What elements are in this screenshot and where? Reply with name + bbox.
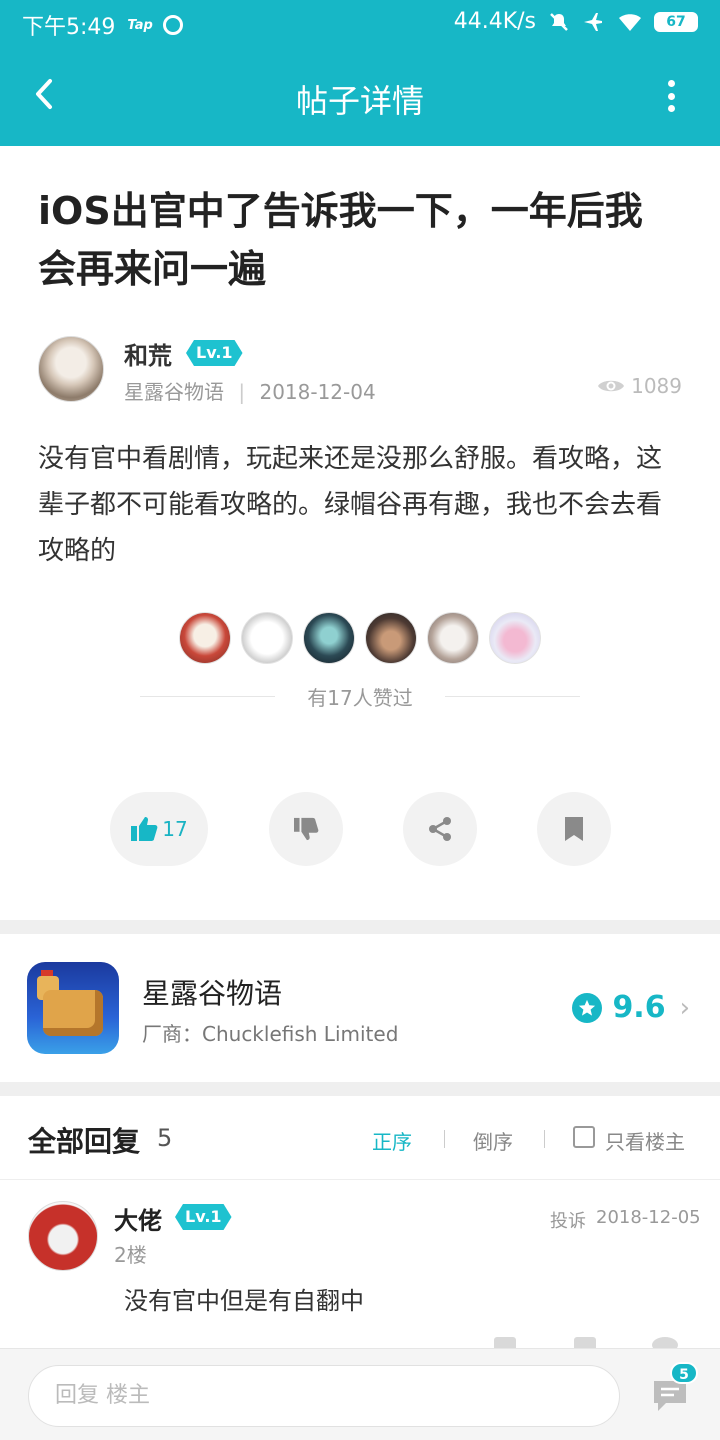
- like-button[interactable]: 17: [110, 792, 208, 866]
- share-icon: [429, 817, 451, 841]
- post-date: 2018-12-04: [259, 380, 376, 404]
- eye-icon: [598, 380, 625, 392]
- thumbs-down-icon: [294, 817, 319, 841]
- status-time: 下午5:49: [22, 15, 116, 40]
- liker-avatar[interactable]: [303, 612, 355, 664]
- liker-avatar[interactable]: [179, 612, 231, 664]
- author-name[interactable]: 和荒: [124, 336, 172, 371]
- post-actions: 17: [0, 792, 720, 866]
- battery-indicator: 67: [654, 11, 698, 32]
- reply-date: 2018-12-05: [596, 1207, 701, 1228]
- author-meta: 星露谷物语 | 2018-12-04: [124, 376, 376, 405]
- post-section: iOS出官中了告诉我一下，一年后我会再来问一遍 和荒 Lv.1 星露谷物语 | …: [0, 146, 720, 920]
- reply-bar: 回复 楼主: [0, 1348, 720, 1440]
- network-speed: 44.4K/s: [453, 9, 536, 34]
- mute-icon: [550, 12, 568, 31]
- likes-summary-text: 有17人赞过: [275, 686, 445, 710]
- chevron-right-icon: ›: [679, 992, 690, 1023]
- bookmark-button[interactable]: [537, 792, 611, 866]
- page-title: 帖子详情: [295, 82, 424, 120]
- game-score: 9.6: [612, 990, 666, 1025]
- sort-divider: [544, 1130, 545, 1148]
- replies-header: 全部回复 5 正序 倒序 只看楼主: [0, 1096, 720, 1180]
- airplane-icon: [584, 12, 602, 31]
- reply-author-name[interactable]: 大佬: [114, 1201, 162, 1236]
- reply-avatar[interactable]: [28, 1201, 98, 1271]
- section-divider: [0, 920, 720, 934]
- dislike-button[interactable]: [269, 792, 343, 866]
- game-card[interactable]: 星露谷物语 厂商：Chucklefish Limited 9.6 ›: [0, 934, 720, 1082]
- sort-divider: [444, 1130, 445, 1148]
- sort-ascending-button[interactable]: 正序: [372, 1126, 412, 1155]
- app-header: 下午5:49 Tap 44.4K/s 67 帖子详情: [0, 0, 720, 146]
- thumbs-up-icon: [131, 817, 158, 841]
- star-icon: [572, 992, 603, 1023]
- like-count: 17: [162, 817, 188, 841]
- meta-separator: |: [238, 380, 246, 404]
- sort-descending-button[interactable]: 倒序: [473, 1126, 513, 1155]
- author-level-badge: Lv.1: [186, 340, 243, 366]
- status-left: 下午5:49 Tap: [22, 9, 183, 41]
- replies-count: 5: [157, 1124, 173, 1152]
- checkbox-icon[interactable]: [573, 1126, 595, 1148]
- status-bar: 下午5:49 Tap 44.4K/s 67: [0, 0, 720, 46]
- more-vertical-icon[interactable]: [658, 76, 684, 116]
- report-button[interactable]: 投诉: [550, 1207, 586, 1233]
- reply-floor: 2楼: [114, 1243, 147, 1267]
- view-count: 1089: [597, 374, 682, 398]
- reply-item: 大佬 Lv.1 2楼 投诉 2018-12-05 没有官中但是有自翻中: [0, 1181, 720, 1353]
- liker-avatars: [0, 612, 720, 664]
- game-app-icon: [27, 962, 119, 1054]
- game-name: 星露谷物语: [142, 977, 283, 1010]
- bookmark-icon: [565, 817, 583, 841]
- comment-count-badge: 5: [670, 1362, 698, 1384]
- author-avatar[interactable]: [38, 336, 104, 402]
- liker-avatar[interactable]: [489, 612, 541, 664]
- liker-avatar[interactable]: [427, 612, 479, 664]
- nav-bar: 帖子详情: [0, 46, 720, 146]
- likes-summary[interactable]: 有17人赞过: [0, 682, 720, 711]
- liker-avatar[interactable]: [241, 612, 293, 664]
- author-game[interactable]: 星露谷物语: [124, 380, 224, 404]
- only-op-toggle[interactable]: 只看楼主: [605, 1126, 685, 1155]
- status-right: 44.4K/s 67: [454, 9, 698, 34]
- share-button[interactable]: [403, 792, 477, 866]
- reply-text: 没有官中但是有自翻中: [124, 1287, 364, 1315]
- post-title: iOS出官中了告诉我一下，一年后我会再来问一遍: [38, 189, 643, 291]
- game-vendor: 厂商：Chucklefish Limited: [142, 1022, 399, 1046]
- view-count-value: 1089: [631, 374, 682, 398]
- wifi-icon: [619, 13, 641, 31]
- replies-title: 全部回复: [28, 1125, 141, 1158]
- reply-level-badge: Lv.1: [175, 1204, 232, 1230]
- sync-icon: [162, 15, 183, 35]
- reply-input[interactable]: 回复 楼主: [28, 1365, 620, 1427]
- section-divider: [0, 1082, 720, 1096]
- post-body: 没有官中看剧情，玩起来还是没那么舒服。看攻略，这辈子都不可能看攻略的。绿帽谷再有…: [38, 444, 663, 566]
- tap-icon: Tap: [127, 17, 153, 33]
- liker-avatar[interactable]: [365, 612, 417, 664]
- game-rating: 9.6 ›: [572, 990, 690, 1025]
